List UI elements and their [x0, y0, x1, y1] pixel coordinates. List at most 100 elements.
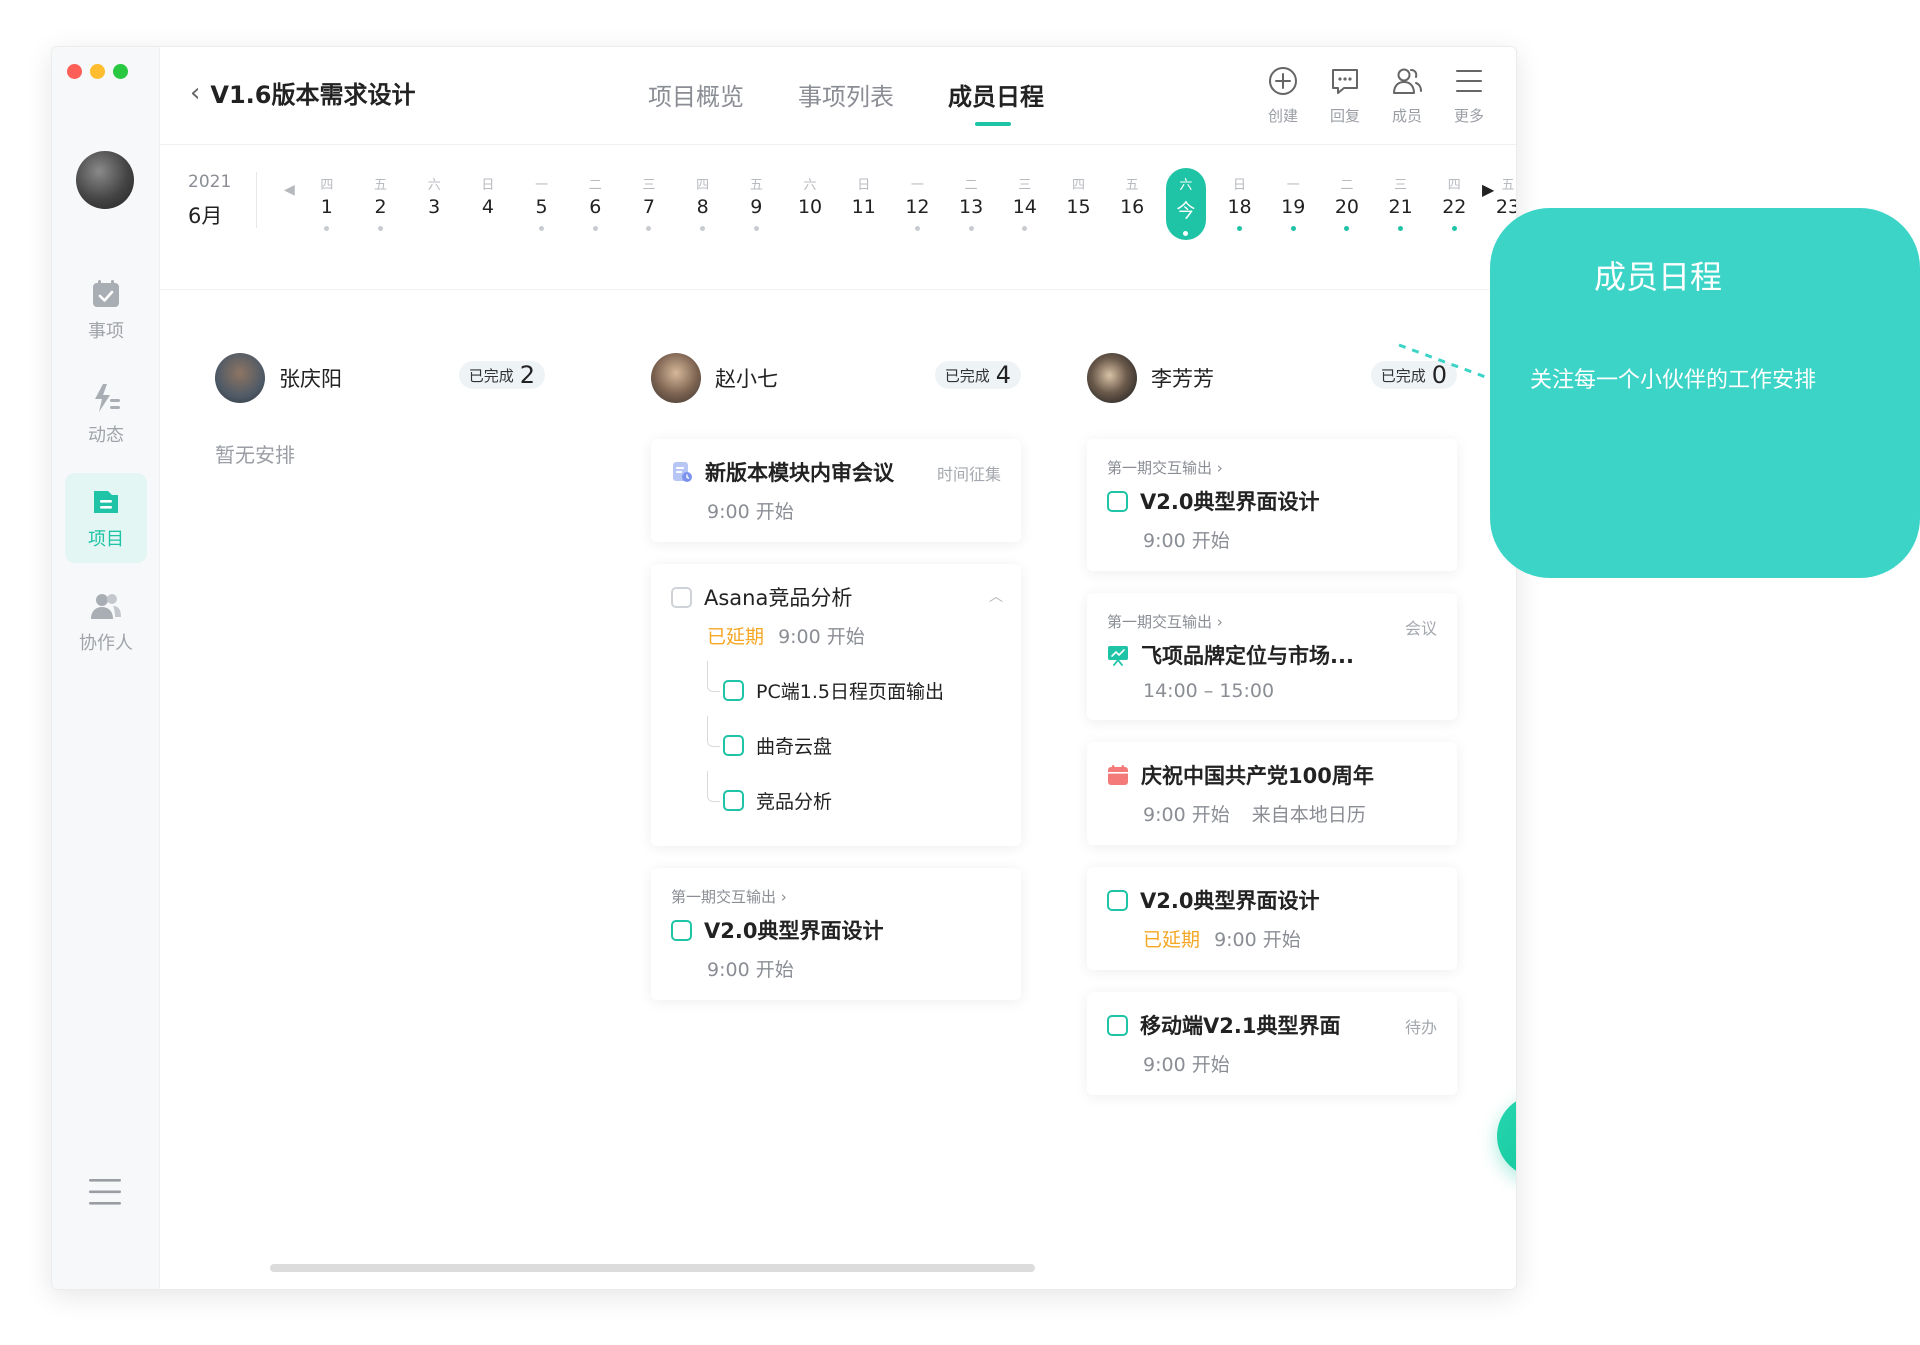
date-cell[interactable]: 三 21 — [1374, 168, 1428, 248]
task-card[interactable]: 待办 移动端V2.1典型界面 9:00 开始 — [1087, 992, 1457, 1095]
date-cell[interactable]: 日 11 — [837, 168, 891, 248]
minimize-window-button[interactable] — [90, 64, 105, 79]
document-clock-icon — [673, 462, 692, 482]
card-breadcrumb[interactable]: 第一期交互输出 › — [1107, 457, 1437, 478]
day-of-week: 五 — [749, 178, 763, 193]
members-button[interactable]: 成员 — [1390, 65, 1424, 126]
day-of-week: 日 — [1233, 178, 1247, 193]
date-cell[interactable]: 四 22 — [1427, 168, 1481, 248]
date-cell[interactable]: 四8 — [676, 168, 730, 248]
subtask-item[interactable]: PC端1.5日程页面输出 — [707, 661, 1001, 718]
create-button[interactable]: 创建 — [1266, 65, 1300, 126]
calendar-event-card[interactable]: 庆祝中国共产党100周年 9:00 开始 来自本地日历 — [1087, 742, 1457, 845]
task-card[interactable]: 第一期交互输出 › V2.0典型界面设计 9:00 开始 — [651, 868, 1021, 1000]
schedule-dot — [861, 226, 866, 231]
subtask-item[interactable]: 曲奇云盘 — [707, 716, 1001, 773]
date-cell[interactable]: 二 20 — [1320, 168, 1374, 248]
date-cell[interactable]: 五2 — [354, 168, 408, 248]
tab-member-schedule[interactable]: 成员日程 — [948, 77, 1044, 126]
date-cell[interactable]: 四1 — [300, 168, 354, 248]
task-checkbox[interactable] — [1107, 889, 1128, 911]
sidebar-item-projects[interactable]: 项目 — [65, 473, 147, 563]
sidebar-item-tasks[interactable]: 事项 — [65, 265, 147, 355]
day-of-week: 三 — [1018, 178, 1032, 193]
date-cell[interactable]: 五9 — [730, 168, 784, 248]
sidebar-item-collaborators[interactable]: 协作人 — [65, 577, 147, 667]
folder-icon — [94, 491, 118, 513]
tab-overview[interactable]: 项目概览 — [648, 77, 744, 112]
date-cell[interactable]: 六 10 — [783, 168, 837, 248]
day-number: 22 — [1442, 196, 1467, 218]
day-of-week: 日 — [481, 178, 495, 193]
date-cell[interactable]: 二6 — [568, 168, 622, 248]
date-cell[interactable]: 三 14 — [998, 168, 1052, 248]
card-breadcrumb[interactable]: 第一期交互输出 › — [1107, 611, 1437, 632]
day-number: 11 — [851, 196, 876, 218]
task-checkbox[interactable] — [671, 919, 692, 941]
schedule-dot — [914, 226, 920, 231]
date-cell[interactable]: 日 18 — [1213, 168, 1267, 248]
meeting-card[interactable]: 时间征集 新版本模块内审会议 9:00 开始 — [651, 439, 1021, 542]
next-week-icon[interactable]: ▶ — [1482, 180, 1494, 199]
task-card[interactable]: V2.0典型界面设计 已延期 9:00 开始 — [1087, 867, 1457, 970]
day-number: 4 — [481, 196, 494, 218]
task-checkbox[interactable] — [723, 680, 744, 701]
date-cell-today[interactable]: 六今 — [1159, 168, 1213, 248]
more-button[interactable]: 更多 — [1452, 65, 1486, 126]
card-title: 移动端V2.1典型界面 — [1140, 1014, 1341, 1038]
maximize-window-button[interactable] — [113, 64, 128, 79]
day-number: 12 — [905, 196, 930, 218]
prev-week-icon[interactable]: ◀ — [284, 182, 295, 198]
day-of-week: 五 — [1501, 178, 1515, 193]
year-month[interactable]: 2021 6月 — [188, 172, 231, 230]
day-number: 3 — [428, 196, 441, 218]
day-of-week: 六 — [803, 178, 817, 193]
menu-icon[interactable] — [89, 1177, 121, 1207]
schedule-dot — [968, 226, 974, 231]
task-card[interactable]: ︿ Asana竞品分析 已延期 9:00 开始 PC端1.5日程页面输出 曲奇云… — [651, 564, 1021, 846]
member-name: 赵小七 — [715, 367, 778, 391]
subtask-item[interactable]: 竞品分析 — [707, 771, 1001, 828]
month-label: 6月 — [188, 204, 223, 228]
task-checkbox[interactable] — [1107, 1014, 1128, 1036]
date-cell[interactable]: 三7 — [622, 168, 676, 248]
sidebar: 事项 动态 项目 协作人 — [52, 47, 160, 1289]
day-number: 15 — [1066, 196, 1091, 218]
task-card[interactable]: 第一期交互输出 › V2.0典型界面设计 9:00 开始 — [1087, 439, 1457, 571]
task-checkbox[interactable] — [723, 735, 744, 756]
horizontal-scrollbar[interactable] — [270, 1264, 1035, 1272]
user-avatar[interactable] — [76, 151, 134, 209]
date-cell[interactable]: 日4 — [461, 168, 515, 248]
toolbar: 创建 回复 成员 更多 — [1266, 65, 1486, 126]
sidebar-item-activity[interactable]: 动态 — [65, 369, 147, 459]
member-column: 张庆阳 已完成 2 暂无安排 — [215, 347, 585, 468]
chevron-up-icon[interactable]: ︿ — [989, 586, 1003, 606]
reply-button[interactable]: 回复 — [1328, 65, 1362, 126]
task-checkbox[interactable] — [723, 790, 744, 811]
tab-task-list[interactable]: 事项列表 — [798, 77, 894, 112]
card-title: Asana竞品分析 — [704, 586, 853, 610]
add-button[interactable] — [1497, 1095, 1516, 1177]
schedule-dot — [1076, 226, 1081, 231]
day-number: 9 — [750, 196, 763, 218]
date-cell[interactable]: 一 12 — [891, 168, 945, 248]
close-window-button[interactable] — [67, 64, 82, 79]
task-checkbox[interactable] — [1107, 490, 1128, 512]
date-cell[interactable]: 一 19 — [1266, 168, 1320, 248]
date-cell[interactable]: 一5 — [515, 168, 569, 248]
date-cell[interactable]: 四 15 — [1052, 168, 1106, 248]
back-button[interactable]: ‹ V1.6版本需求设计 — [190, 75, 416, 110]
meeting-card[interactable]: 会议 第一期交互输出 › 飞项品牌定位与市场... 14:00 – 15:00 — [1087, 593, 1457, 720]
task-checkbox[interactable] — [671, 586, 692, 608]
date-cell[interactable]: 五 16 — [1105, 168, 1159, 248]
date-cell[interactable]: 二 13 — [944, 168, 998, 248]
app-window: 事项 动态 项目 协作人 ‹ V1.6版本需求设计 项目概览 事项列表 成员日程… — [51, 46, 1517, 1290]
card-breadcrumb[interactable]: 第一期交互输出 › — [671, 886, 1001, 907]
avatar[interactable] — [1087, 353, 1137, 403]
late-label: 已延期 — [1143, 929, 1201, 951]
avatar[interactable] — [215, 353, 265, 403]
sidebar-item-label: 事项 — [88, 321, 124, 342]
avatar[interactable] — [651, 353, 701, 403]
schedule-dot — [324, 226, 330, 231]
date-cell[interactable]: 六3 — [407, 168, 461, 248]
